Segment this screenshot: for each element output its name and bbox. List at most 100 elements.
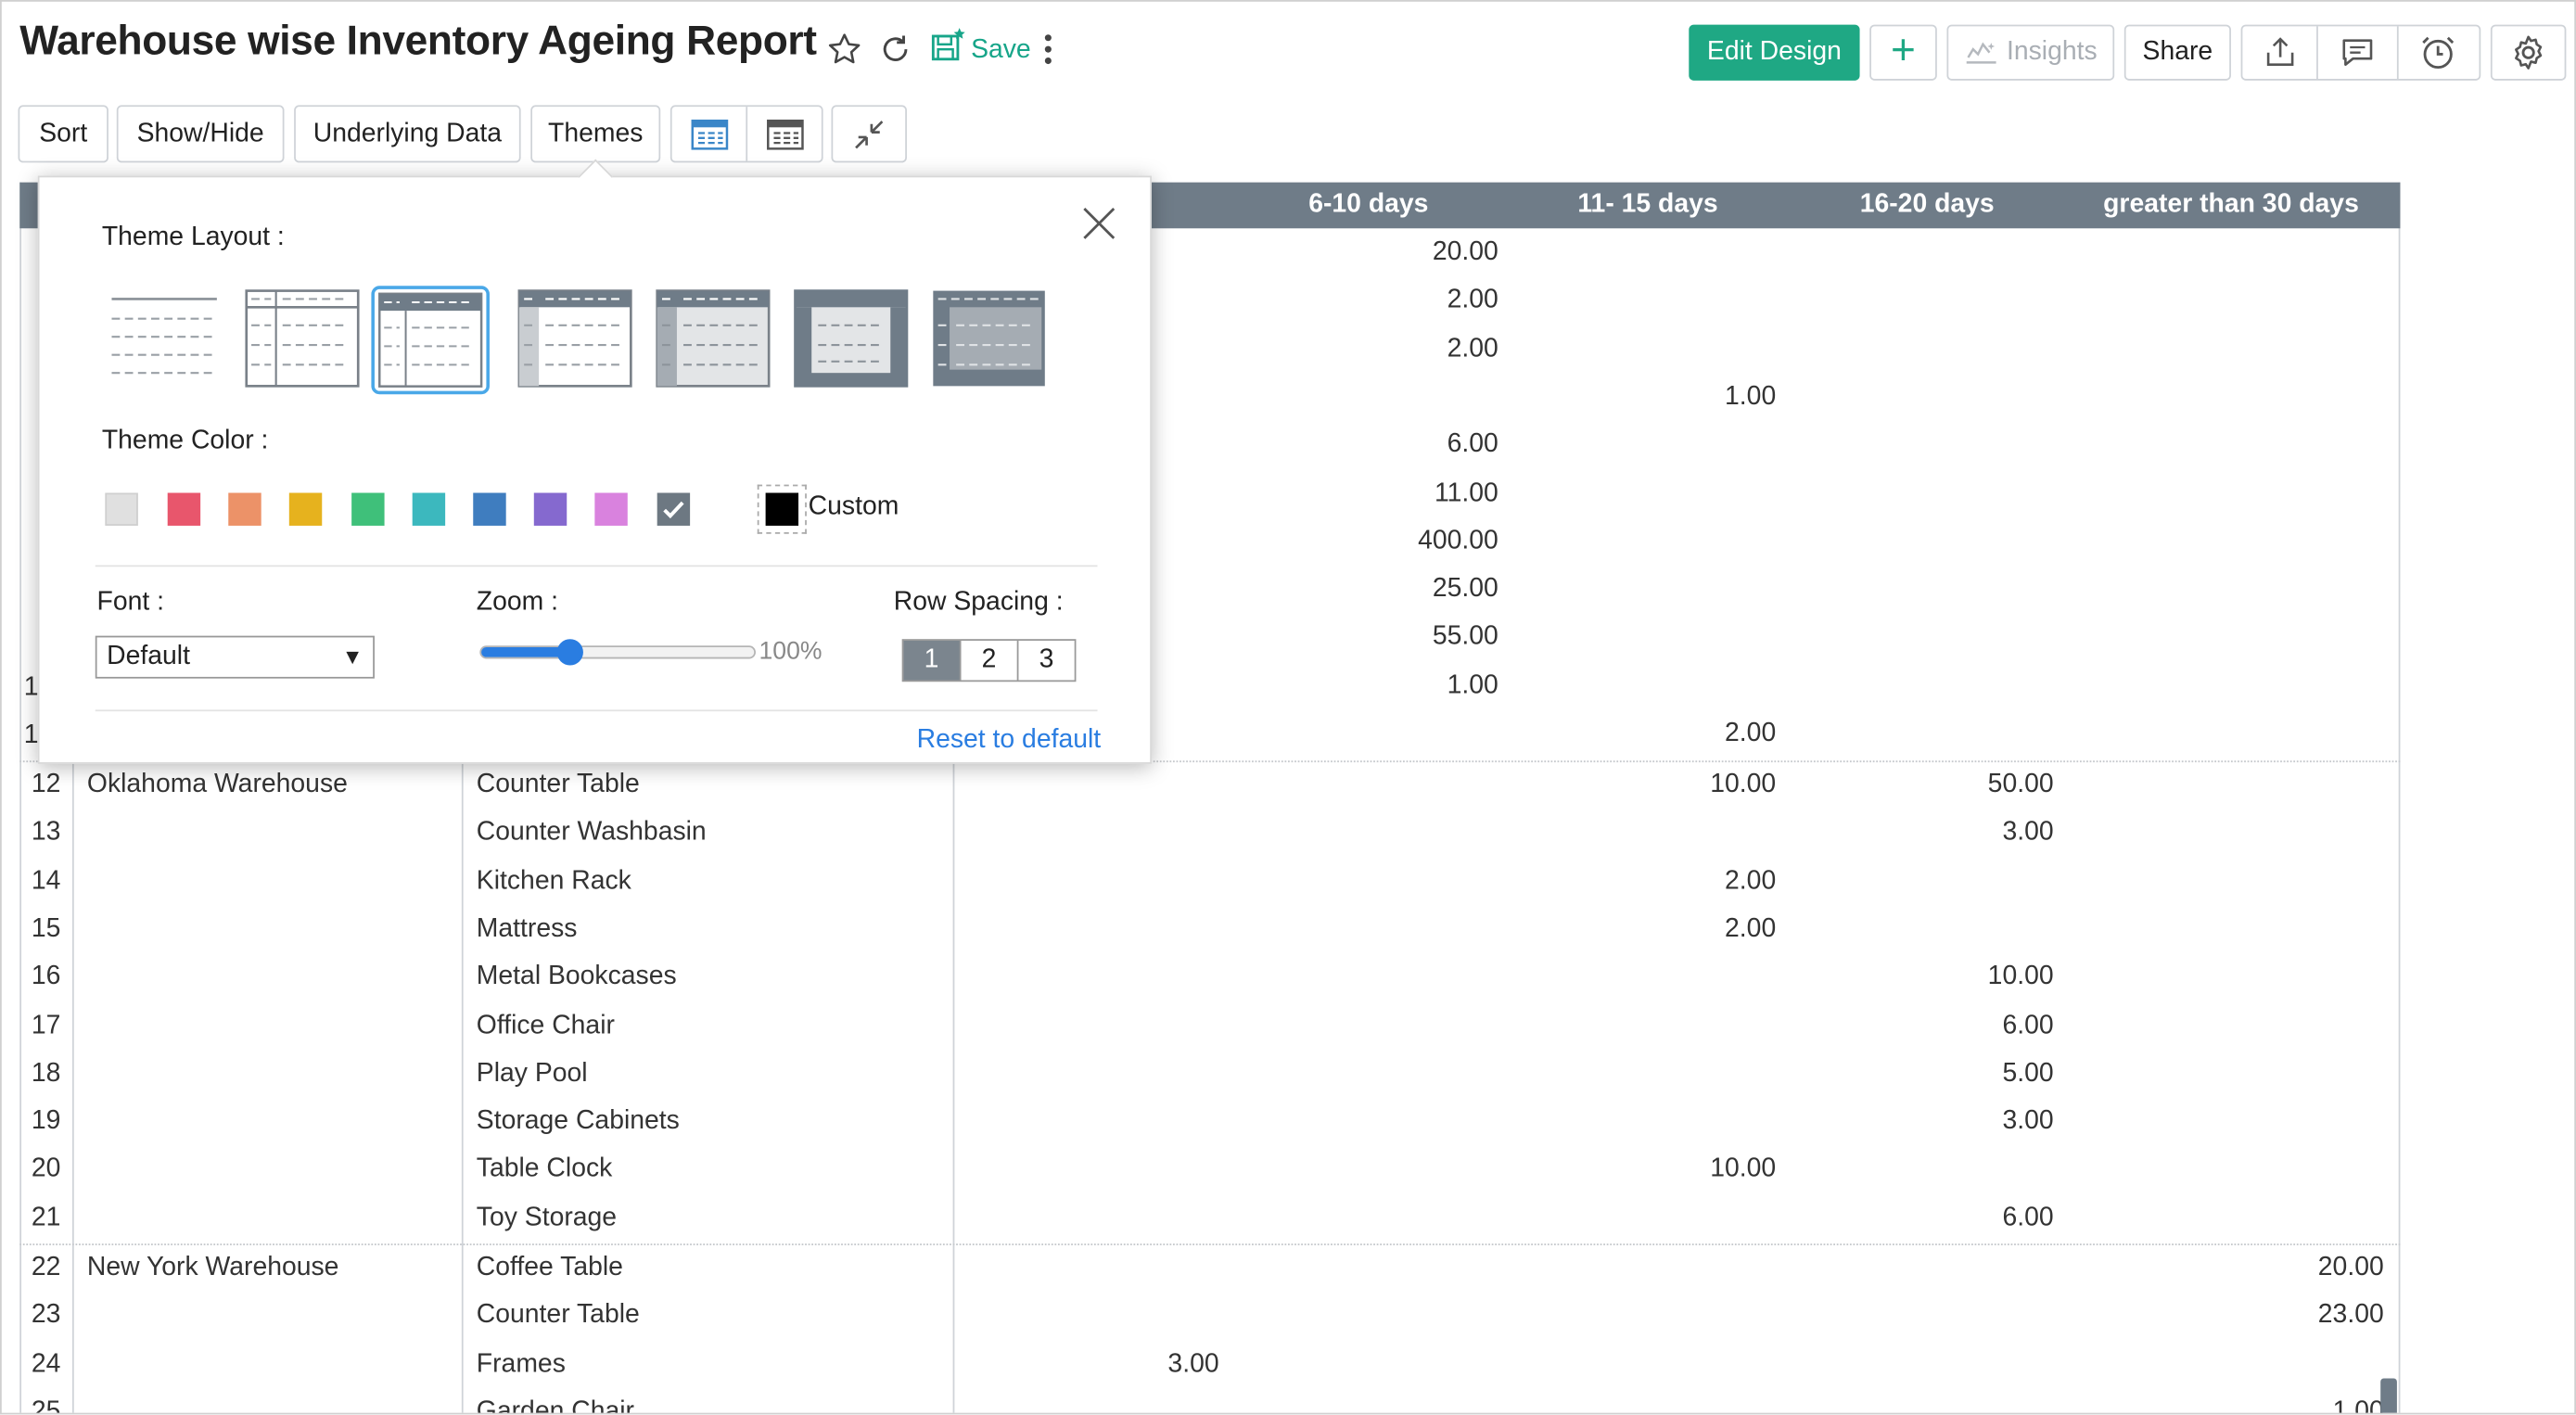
custom-color-label[interactable]: Custom	[809, 493, 899, 523]
product-cell: Kitchen Rack	[476, 866, 631, 895]
table-value-cell: 25.00	[1432, 575, 1498, 604]
reset-to-default-link[interactable]: Reset to default	[917, 726, 1102, 756]
grid-view-icon[interactable]	[747, 107, 822, 160]
refresh-icon[interactable]	[874, 28, 917, 70]
theme-color-label: Theme Color :	[101, 427, 269, 455]
theme-color-swatch[interactable]	[228, 492, 261, 526]
row-number: 15	[31, 914, 61, 943]
product-cell: Storage Cabinets	[476, 1107, 680, 1136]
check-icon	[663, 501, 684, 519]
theme-layout-option-selected[interactable]	[371, 286, 490, 395]
save-icon	[928, 26, 968, 66]
theme-layout-option[interactable]	[792, 286, 911, 394]
more-vertical-icon[interactable]	[1027, 28, 1069, 70]
table-value-cell: 6.00	[1447, 430, 1498, 459]
export-icon[interactable]	[2242, 26, 2319, 80]
close-icon[interactable]	[1081, 205, 1117, 241]
theme-layout-option[interactable]	[516, 286, 634, 394]
theme-layout-option[interactable]	[930, 286, 1049, 394]
share-button[interactable]: Share	[2123, 24, 2231, 81]
table-value-cell: 6.00	[2002, 1204, 2054, 1232]
collapse-button[interactable]	[831, 105, 907, 163]
font-select[interactable]: Default ▼	[95, 635, 375, 679]
insights-label: Insights	[2006, 37, 2098, 66]
add-button[interactable]: +	[1869, 24, 1937, 81]
show-hide-button[interactable]: Show/Hide	[116, 105, 285, 163]
table-value-cell: 10.00	[1710, 770, 1777, 799]
star-icon[interactable]	[823, 28, 866, 70]
zoom-label: Zoom :	[476, 588, 559, 617]
zoom-slider-thumb[interactable]	[557, 639, 584, 666]
theme-layout-label: Theme Layout :	[101, 223, 285, 252]
row-number: 25	[31, 1397, 61, 1415]
theme-color-swatch[interactable]	[533, 492, 567, 526]
settings-button[interactable]	[2490, 24, 2567, 81]
product-cell: Office Chair	[476, 1011, 615, 1039]
plus-icon: +	[1891, 24, 1916, 74]
table-value-cell: 1.00	[1447, 671, 1498, 700]
product-cell: Table Clock	[476, 1155, 613, 1184]
underlying-data-button[interactable]: Underlying Data	[294, 105, 521, 163]
table-value-cell: 10.00	[1710, 1155, 1777, 1184]
row-number: 12	[31, 770, 61, 799]
product-cell: Counter Table	[476, 1301, 640, 1330]
themes-button[interactable]: Themes	[530, 105, 661, 163]
dropdown-arrow-icon: ▼	[341, 644, 363, 669]
zoom-slider-track[interactable]	[479, 645, 756, 659]
custom-color-swatch[interactable]	[757, 484, 807, 534]
theme-layout-option[interactable]	[243, 286, 362, 394]
comment-icon[interactable]	[2319, 26, 2399, 80]
theme-color-swatch[interactable]	[412, 492, 446, 526]
insights-button[interactable]: Insights	[1946, 24, 2115, 81]
theme-layout-option[interactable]	[105, 286, 223, 394]
theme-color-swatch[interactable]	[105, 492, 138, 526]
row-number: 13	[31, 818, 61, 847]
table-value-cell: 2.00	[1447, 286, 1498, 314]
scrollbar-thumb[interactable]	[2380, 1378, 2397, 1413]
table-view-icon[interactable]	[672, 107, 748, 161]
themes-popup: Theme Layout : Theme Color : Custom Font…	[37, 159, 1152, 764]
theme-color-swatch-selected[interactable]	[657, 492, 691, 526]
view-toggle-group	[670, 105, 823, 163]
column-header[interactable]: 16-20 days	[1795, 183, 2058, 229]
row-spacing-option-2[interactable]: 2	[961, 640, 1019, 681]
theme-color-swatch[interactable]	[351, 492, 385, 526]
table-value-cell: 3.00	[2002, 818, 2054, 847]
row-number: 17	[31, 1011, 61, 1039]
warehouse-cell: New York Warehouse	[86, 1253, 339, 1281]
row-spacing-option-1[interactable]: 1	[903, 640, 962, 681]
action-button-group	[2240, 24, 2481, 81]
theme-color-swatch[interactable]	[288, 492, 323, 526]
theme-layout-option[interactable]	[654, 286, 772, 394]
table-value-cell: 400.00	[1418, 527, 1498, 555]
table-value-cell: 5.00	[2002, 1059, 2054, 1088]
row-number: 24	[31, 1349, 61, 1378]
edit-design-button[interactable]: Edit Design	[1689, 24, 1860, 81]
theme-color-swatch[interactable]	[594, 492, 628, 526]
column-header[interactable]: 6-10 days	[1237, 183, 1499, 229]
column-header[interactable]: greater than 30 days	[2067, 183, 2395, 229]
table-value-cell: 23.00	[2317, 1301, 2384, 1330]
settings-icon	[2508, 32, 2548, 72]
zoom-value: 100%	[759, 637, 823, 666]
table-value-cell: 2.00	[1447, 334, 1498, 363]
save-label: Save	[971, 35, 1031, 65]
product-cell: Mattress	[476, 914, 578, 943]
product-cell: Frames	[476, 1349, 566, 1378]
theme-color-swatch[interactable]	[473, 492, 506, 526]
row-spacing-option-3[interactable]: 3	[1018, 641, 1074, 681]
product-cell: Coffee Table	[476, 1253, 623, 1281]
sort-button[interactable]: Sort	[18, 105, 108, 163]
product-cell: Toy Storage	[476, 1204, 618, 1232]
theme-color-swatch[interactable]	[167, 492, 201, 526]
column-header[interactable]: 11- 15 days	[1516, 183, 1779, 229]
insights-icon	[1964, 40, 2000, 66]
row-number: 21	[31, 1204, 61, 1232]
table-value-cell: 1.00	[2332, 1397, 2384, 1415]
table-value-cell: 2.00	[1725, 914, 1777, 943]
table-value-cell: 6.00	[2002, 1011, 2054, 1039]
product-cell: Counter Table	[476, 770, 640, 799]
save-button[interactable]: Save	[928, 26, 1031, 66]
table-value-cell: 11.00	[1434, 478, 1498, 507]
alarm-icon[interactable]	[2398, 26, 2479, 79]
